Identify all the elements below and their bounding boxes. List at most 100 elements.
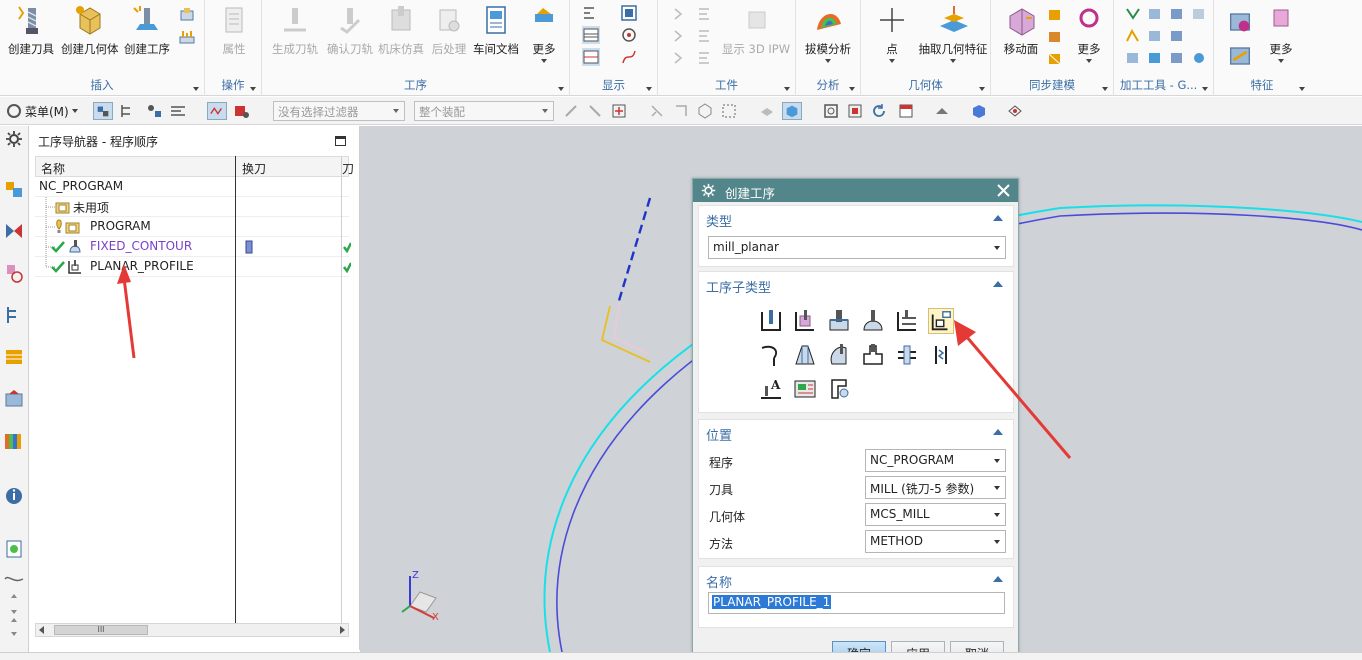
display-style-icon[interactable] [933, 102, 951, 120]
create-operation-button[interactable]: 创建工序 [119, 4, 175, 74]
small-method-icon[interactable] [178, 28, 196, 46]
create-geometry-button[interactable]: 创建几何体 [61, 4, 119, 74]
hole-milling-icon[interactable] [894, 342, 920, 368]
snap-icon-3[interactable] [648, 102, 666, 120]
point-button[interactable]: 点 [864, 4, 920, 74]
collapse-icon[interactable] [993, 281, 1003, 287]
cube-view-icon[interactable] [970, 102, 988, 120]
info-broadcast-icon[interactable] [3, 484, 25, 506]
column-header-tool[interactable]: 刀 [342, 160, 354, 177]
face-milling-manual-icon[interactable] [860, 308, 886, 334]
view-orient-icon[interactable] [897, 102, 915, 120]
table-row[interactable]: FIXED_CONTOUR [35, 237, 351, 257]
finish-walls-icon[interactable] [792, 342, 818, 368]
properties-button[interactable]: 属性 [206, 4, 262, 74]
group-dropdown-icon[interactable] [646, 87, 652, 91]
section-header-type[interactable]: 类型 [706, 211, 732, 230]
shaded-view-icon[interactable] [758, 102, 776, 120]
group-dropdown-icon[interactable] [193, 87, 199, 91]
method-dropdown[interactable]: METHOD [865, 530, 1006, 553]
maximize-icon[interactable] [335, 136, 346, 146]
box-select-icon[interactable] [720, 102, 738, 120]
column-divider[interactable] [235, 156, 236, 624]
collapse-icon[interactable] [993, 576, 1003, 582]
scroll-left-icon[interactable] [39, 626, 45, 634]
finish-floor-icon[interactable] [826, 342, 852, 368]
floor-and-wall-icon[interactable] [758, 308, 784, 334]
machining-tool-icon-6[interactable] [1146, 27, 1164, 45]
library-books-icon[interactable] [3, 430, 25, 452]
snap-icon-1[interactable] [562, 102, 580, 120]
close-icon[interactable] [997, 184, 1010, 197]
rotate-icon[interactable] [870, 102, 888, 120]
workpiece-icon-4[interactable] [696, 27, 714, 45]
sync-icon-3[interactable] [1046, 50, 1064, 68]
section-header-subtype[interactable]: 工序子类型 [706, 277, 771, 296]
machine-view-icon[interactable] [207, 102, 227, 120]
section-header-location[interactable]: 位置 [706, 425, 732, 444]
machining-tool-icon-9[interactable] [1146, 49, 1164, 67]
render-view-icon[interactable] [782, 102, 802, 120]
table-row[interactable]: PLANAR_PROFILE [35, 257, 351, 277]
selection-filter-dropdown[interactable]: 没有选择过滤器 [273, 101, 405, 121]
verify-toolpath-button[interactable]: 确认刀轨 [322, 4, 378, 74]
point-icon[interactable] [620, 26, 638, 44]
mill-control-icon[interactable] [792, 376, 818, 402]
display-toolpath-icon[interactable] [582, 4, 600, 22]
snap-icon-4[interactable] [672, 102, 690, 120]
machining-tool-icon-8[interactable] [1124, 49, 1142, 67]
curve-icon[interactable] [620, 48, 638, 66]
planar-text-icon[interactable]: A [758, 376, 784, 402]
history-icon[interactable] [3, 572, 25, 586]
web-browser-icon[interactable] [3, 538, 25, 560]
view-fit-icon[interactable] [620, 4, 638, 22]
workpiece-icon-5[interactable] [672, 49, 690, 67]
mill-user-icon[interactable] [826, 376, 852, 402]
feature-icon-2[interactable] [1228, 44, 1252, 68]
planar-mill-icon[interactable] [894, 308, 920, 334]
column-header-name[interactable]: 名称 [41, 160, 65, 177]
type-dropdown[interactable]: mill_planar [708, 236, 1006, 259]
workpiece-icon-1[interactable] [672, 5, 690, 23]
table-row[interactable]: 未用项 [35, 197, 349, 217]
cleanup-corners-icon[interactable] [758, 342, 784, 368]
machining-tool-icon-11[interactable] [1190, 49, 1208, 67]
machining-tool-icon-5[interactable] [1124, 27, 1142, 45]
workpiece-icon-2[interactable] [696, 5, 714, 23]
group-dropdown-icon[interactable] [784, 87, 790, 91]
group-dropdown-icon[interactable] [250, 87, 256, 91]
shop-documentation-button[interactable]: 车间文档 [468, 4, 524, 74]
method-view-icon[interactable] [168, 102, 188, 120]
snap-icon-2[interactable] [586, 102, 604, 120]
show-3d-ipw-button[interactable]: 显示 3D IPW [720, 4, 792, 74]
machine-navigator-icon[interactable] [3, 220, 25, 242]
machining-tool-icon-4[interactable] [1190, 5, 1208, 23]
move-face-button[interactable]: 移动面 [993, 4, 1049, 74]
group-dropdown-icon[interactable] [558, 87, 564, 91]
machining-tool-icon-7[interactable] [1168, 27, 1186, 45]
feature-more-button[interactable]: 更多 [1258, 4, 1304, 74]
section-view-icon[interactable] [1006, 102, 1024, 120]
program-view-icon[interactable] [232, 102, 252, 120]
sync-icon-1[interactable] [1046, 6, 1064, 24]
collapse-icon[interactable] [993, 215, 1003, 221]
groove-milling-icon[interactable] [860, 342, 886, 368]
scroll-thumb[interactable]: III [54, 625, 148, 635]
snap-point-icon[interactable] [610, 102, 628, 120]
reuse-library-icon[interactable] [3, 388, 25, 410]
zoom-icon[interactable] [846, 102, 864, 120]
column-header-tool-change[interactable]: 换刀 [242, 160, 266, 177]
small-geometry-icon[interactable] [178, 6, 196, 24]
select-mode-icon[interactable] [93, 102, 113, 120]
sync-more-button[interactable]: 更多 [1067, 4, 1111, 74]
workpiece-icon-3[interactable] [672, 27, 690, 45]
draft-analysis-button[interactable]: 拔模分析 [800, 4, 856, 74]
menu-button[interactable]: 菜单(M) [25, 103, 69, 121]
machining-tool-icon-3[interactable] [1168, 5, 1186, 23]
geometry-view-icon[interactable] [145, 102, 165, 120]
dialog-titlebar[interactable]: 创建工序 [693, 179, 1018, 202]
operation-navigator-icon[interactable] [3, 178, 25, 200]
machining-tool-icon-2[interactable] [1146, 5, 1164, 23]
gear-icon[interactable] [5, 130, 23, 148]
create-tool-button[interactable]: 创建刀具 [3, 4, 59, 74]
